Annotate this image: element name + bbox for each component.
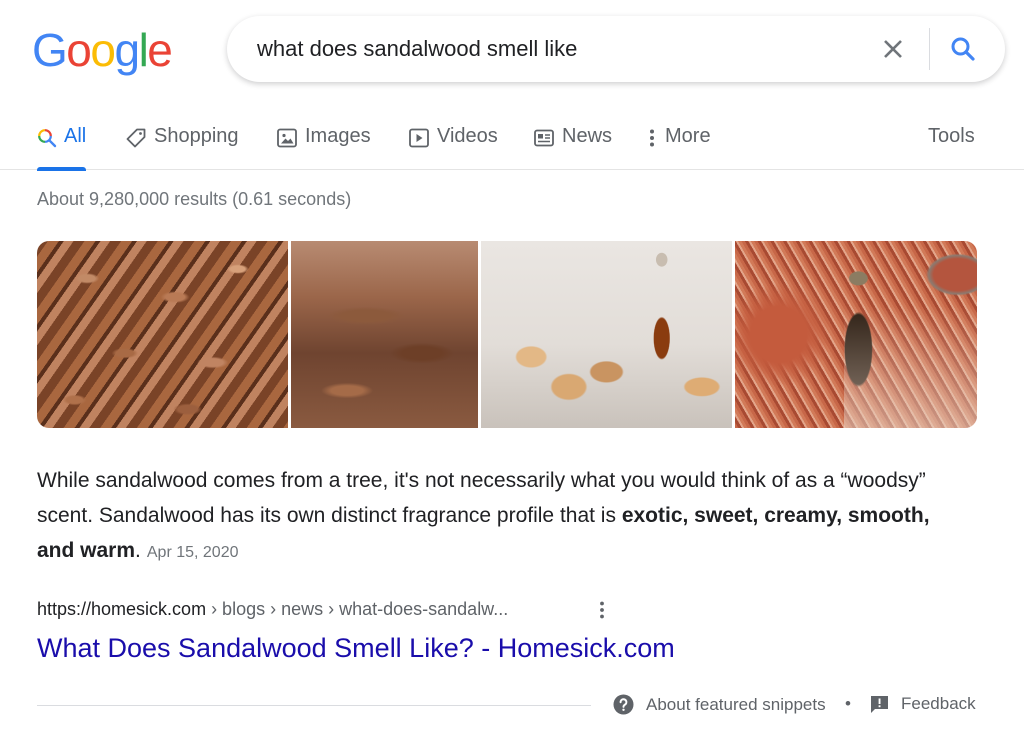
tools-button[interactable]: Tools	[928, 118, 975, 170]
separator-dot: •	[845, 694, 851, 713]
result-image[interactable]	[481, 241, 732, 428]
tab-label: Videos	[437, 125, 498, 147]
tab-label: Images	[305, 125, 371, 147]
result-image[interactable]	[37, 241, 288, 428]
result-image[interactable]	[735, 241, 977, 428]
tab-more[interactable]: More	[646, 118, 711, 170]
logo-letter: o	[90, 24, 116, 76]
logo-letter: g	[114, 24, 140, 76]
clear-search-button[interactable]	[877, 33, 909, 65]
tab-news[interactable]: News	[533, 118, 612, 170]
search-icon	[951, 37, 975, 61]
more-vert-icon	[646, 125, 658, 151]
url-domain: https://homesick.com	[37, 599, 207, 619]
google-logo[interactable]: Google	[32, 22, 173, 78]
snippet-end: .	[135, 539, 141, 562]
tab-all[interactable]: All	[37, 118, 87, 171]
tab-label: Shopping	[154, 125, 239, 147]
feedback-label: Feedback	[901, 694, 976, 713]
logo-letter: l	[138, 24, 149, 76]
about-label: About featured snippets	[646, 694, 826, 714]
tab-label: News	[562, 125, 613, 147]
tab-label: More	[665, 125, 711, 147]
tab-videos[interactable]: Videos	[408, 118, 498, 170]
tab-images[interactable]: Images	[276, 118, 371, 170]
search-button[interactable]	[945, 31, 981, 67]
tools-label: Tools	[928, 125, 975, 147]
search-box	[227, 16, 1005, 82]
featured-snippet-text: While sandalwood comes from a tree, it's…	[37, 463, 957, 570]
image-strip	[37, 241, 977, 428]
result-url[interactable]: https://homesick.com › blogs › news › wh…	[37, 599, 508, 620]
result-stats: About 9,280,000 results (0.61 seconds)	[37, 189, 352, 209]
play-icon	[408, 125, 430, 151]
search-tabs: All Shopping Images Videos News More Too…	[0, 118, 1024, 171]
snippet-date: Apr 15, 2020	[146, 544, 239, 561]
search-multicolor-icon	[37, 125, 57, 151]
logo-letter: G	[32, 24, 68, 76]
image-icon	[276, 125, 298, 151]
feedback-link[interactable]: Feedback	[870, 694, 976, 714]
tab-label: All	[64, 125, 87, 147]
result-title-link[interactable]: What Does Sandalwood Smell Like? - Homes…	[37, 633, 675, 664]
result-options-button[interactable]	[592, 598, 612, 622]
about-featured-snippets-link[interactable]: About featured snippets	[613, 694, 826, 715]
search-input[interactable]	[257, 16, 857, 82]
help-icon	[613, 694, 634, 715]
logo-letter: e	[147, 24, 173, 76]
result-image[interactable]	[291, 241, 478, 428]
url-breadcrumbs: › blogs › news › what-does-sandalw...	[206, 599, 509, 619]
logo-letter: o	[66, 24, 92, 76]
feedback-icon	[871, 695, 888, 713]
tab-shopping[interactable]: Shopping	[125, 118, 239, 170]
newspaper-icon	[533, 125, 555, 151]
more-vert-icon	[600, 601, 604, 619]
divider	[37, 705, 591, 706]
tag-icon	[125, 125, 147, 151]
search-divider	[929, 28, 930, 70]
close-icon	[884, 40, 902, 58]
